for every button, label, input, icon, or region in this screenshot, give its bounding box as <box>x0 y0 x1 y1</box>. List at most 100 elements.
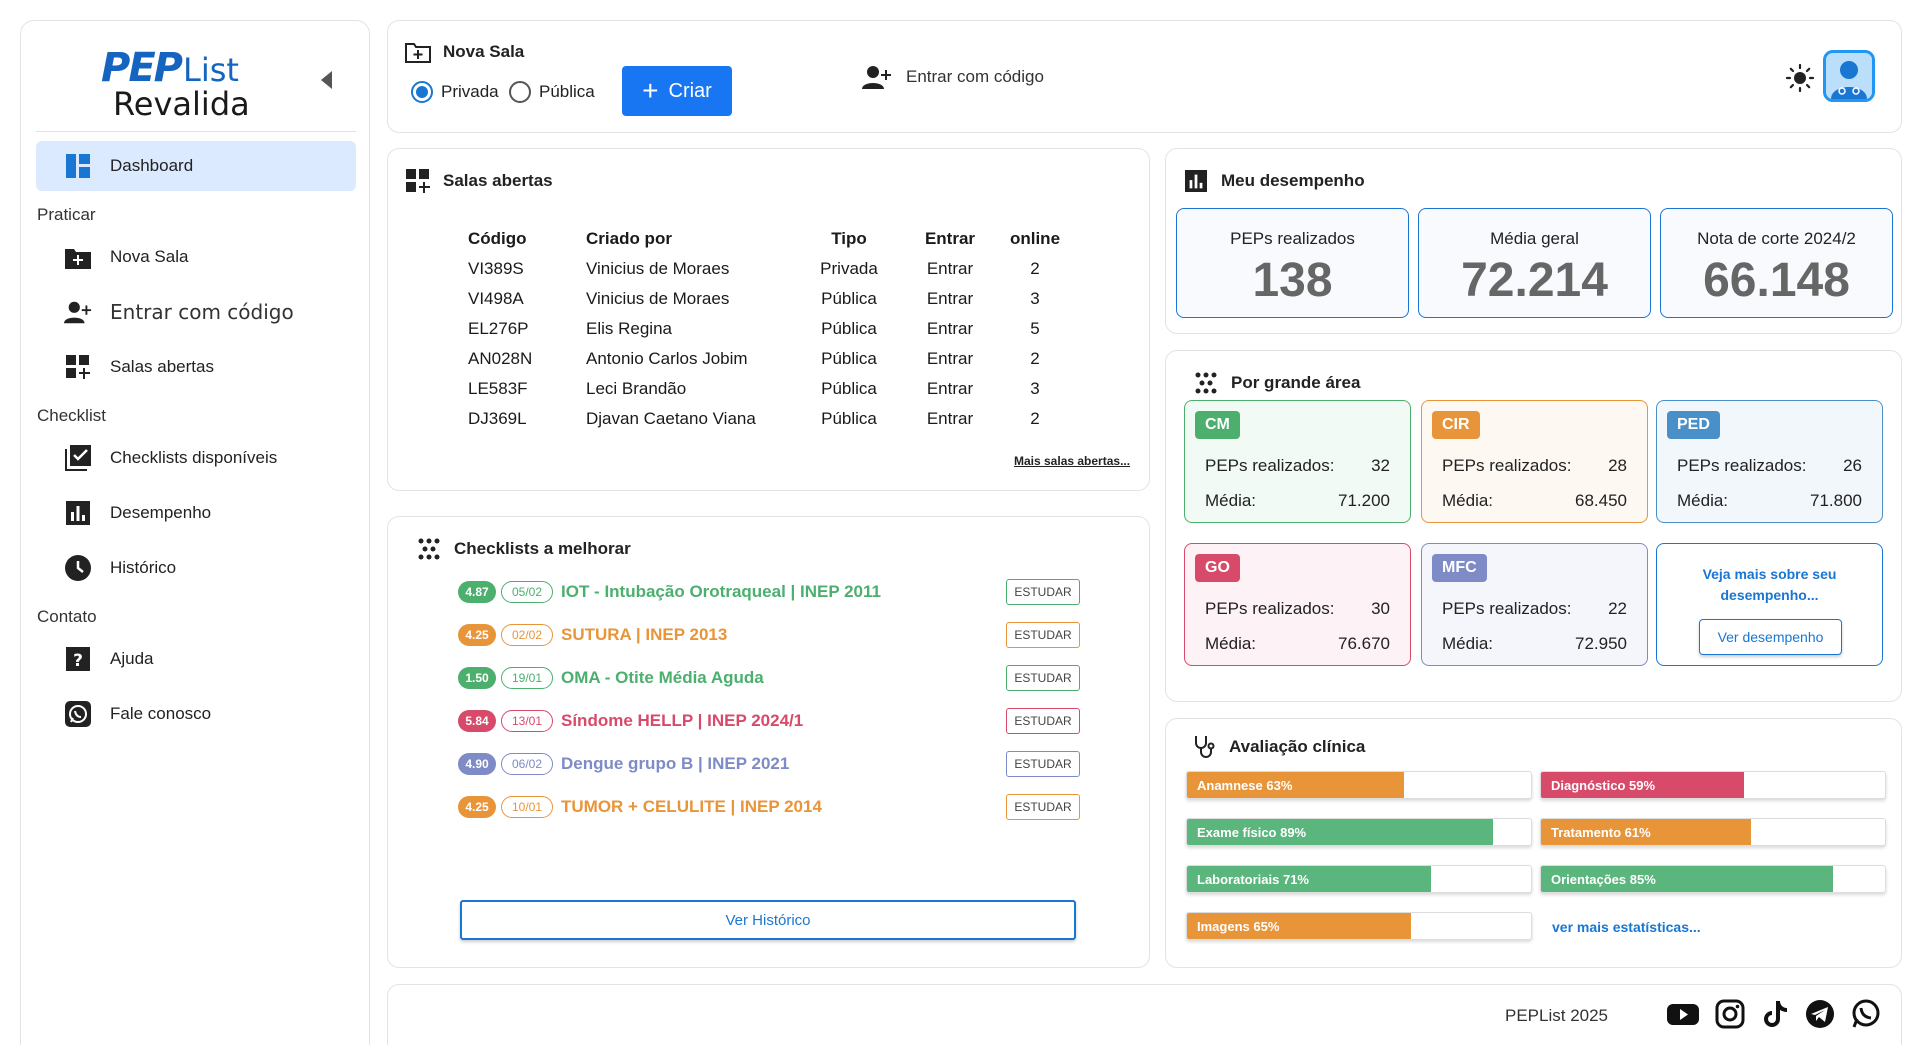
sidebar-item-salas-abertas[interactable]: Salas abertas <box>36 342 356 392</box>
cell-tipo: Pública <box>821 289 877 308</box>
mais-estatisticas-link[interactable]: ver mais estatísticas... <box>1552 919 1701 935</box>
date-badge: 10/01 <box>501 796 553 818</box>
cell-criado-por: Vinicius de Moraes <box>586 289 730 308</box>
estudar-button[interactable]: ESTUDAR <box>1006 708 1080 734</box>
media-value: 71.800 <box>1810 491 1862 510</box>
avaliacao-title-text: Avaliação clínica <box>1229 737 1366 756</box>
checklist-title-link[interactable]: IOT - Intubação Orotraqueal | INEP 2011 <box>561 582 881 602</box>
checklist-title-link[interactable]: OMA - Otite Média Aguda <box>561 668 764 688</box>
entrar-link[interactable]: Entrar <box>900 314 1000 344</box>
telegram-icon[interactable] <box>1803 997 1837 1031</box>
sidebar-item-dashboard[interactable]: Dashboard <box>36 141 356 191</box>
date-badge: 06/02 <box>501 753 553 775</box>
sun-icon[interactable] <box>1786 64 1814 92</box>
sidebar-item-label: Entrar com código <box>110 300 294 324</box>
estudar-button[interactable]: ESTUDAR <box>1006 794 1080 820</box>
checklists-title-text: Checklists a melhorar <box>454 539 631 558</box>
mais-salas-link[interactable]: Mais salas abertas... <box>1014 454 1130 468</box>
doctor-avatar-icon <box>1826 53 1872 99</box>
cell-tipo: Privada <box>820 259 878 278</box>
progress-bar: Diagnóstico 59% <box>1540 771 1886 799</box>
radio-publica-circle[interactable] <box>509 81 531 103</box>
score-badge: 4.90 <box>458 753 496 775</box>
sidebar-item-historico[interactable]: Histórico <box>36 543 356 593</box>
peplist-logo[interactable]: PEP List Revalida <box>101 45 251 125</box>
media-value: 68.450 <box>1575 491 1627 510</box>
entrar-link[interactable]: Entrar <box>900 374 1000 404</box>
area-card-cir: CIR PEPs realizados: 28 Média: 68.450 <box>1421 400 1648 523</box>
entrar-codigo-button[interactable]: Entrar com código <box>862 64 1044 90</box>
section-praticar: Praticar <box>37 205 96 224</box>
radio-privada[interactable]: Privada <box>411 81 499 103</box>
progress-label: Imagens 65% <box>1197 918 1280 934</box>
progress-bar: Laboratoriais 71% <box>1186 865 1532 893</box>
sidebar: PEP List Revalida Dashboard Praticar Nov… <box>20 20 370 1045</box>
criar-button[interactable]: + Criar <box>622 66 732 116</box>
checklist-title-link[interactable]: TUMOR + CELULITE | INEP 2014 <box>561 797 822 817</box>
radio-publica[interactable]: Pública <box>509 81 595 103</box>
media-label: Média: <box>1205 491 1257 510</box>
area-media-row: Média: 71.200 <box>1205 491 1390 511</box>
list-item: 4.25 02/02 SUTURA | INEP 2013 <box>458 620 727 650</box>
cell-criado-por: Djavan Caetano Viana <box>586 409 756 428</box>
checklist-title-link[interactable]: SUTURA | INEP 2013 <box>561 625 727 645</box>
progress-bar: Tratamento 61% <box>1540 818 1886 846</box>
svg-text:?: ? <box>73 651 83 671</box>
collapse-sidebar-icon[interactable] <box>321 71 332 89</box>
sidebar-item-entrar-codigo[interactable]: Entrar com código <box>36 287 356 337</box>
entrar-link[interactable]: Entrar <box>900 404 1000 434</box>
cell-online: 5 <box>1030 319 1040 338</box>
sidebar-item-fale-conosco[interactable]: Fale conosco <box>36 689 356 739</box>
sidebar-item-label: Nova Sala <box>110 247 189 266</box>
score-badge: 1.50 <box>458 667 496 689</box>
stat-label: Nota de corte 2024/2 <box>1697 229 1856 248</box>
progress-bar: Orientações 85% <box>1540 865 1886 893</box>
sidebar-item-nova-sala[interactable]: Nova Sala <box>36 232 356 282</box>
header-online: online <box>1009 229 1061 248</box>
estudar-button[interactable]: ESTUDAR <box>1006 751 1080 777</box>
estudar-button[interactable]: ESTUDAR <box>1006 622 1080 648</box>
radio-privada-circle[interactable] <box>411 81 433 103</box>
table-row: AN028N Antonio Carlos Jobim Pública Entrar 2 <box>468 344 1070 374</box>
checklist-title-link[interactable]: Dengue grupo B | INEP 2021 <box>561 754 789 774</box>
checklist-title-link[interactable]: Síndome HELLP | INEP 2024/1 <box>561 711 803 731</box>
veja-mais-link[interactable]: Veja mais sobre seu desempenho... <box>1667 564 1872 606</box>
cell-criado-por: Leci Brandão <box>586 379 687 398</box>
area-tag: CM <box>1195 411 1240 439</box>
table-header-row: Código Criado por Tipo Entrar online <box>468 224 1070 254</box>
ver-historico-button[interactable]: Ver Histórico <box>460 900 1076 940</box>
whatsapp-icon[interactable] <box>1849 997 1883 1031</box>
entrar-link[interactable]: Entrar <box>900 284 1000 314</box>
table-row: DJ369L Djavan Caetano Viana Pública Entrar 2 <box>468 404 1070 434</box>
area-peps-row: PEPs realizados: 28 <box>1442 456 1627 476</box>
avatar[interactable] <box>1823 50 1875 102</box>
score-badge: 4.87 <box>458 581 496 603</box>
progress-bar: Exame físico 89% <box>1186 818 1532 846</box>
sidebar-item-ajuda[interactable]: ? Ajuda <box>36 634 356 684</box>
salas-abertas-title-text: Salas abertas <box>443 171 553 190</box>
entrar-link[interactable]: Entrar <box>900 344 1000 374</box>
cell-tipo: Pública <box>821 349 877 368</box>
grid-add-icon <box>405 168 431 194</box>
radio-privada-label: Privada <box>441 82 499 101</box>
bar-chart-icon <box>1183 168 1209 194</box>
avaliacao-title: Avaliação clínica <box>1191 734 1365 760</box>
media-label: Média: <box>1677 491 1729 510</box>
entrar-link[interactable]: Entrar <box>900 254 1000 284</box>
sidebar-item-desempenho[interactable]: Desempenho <box>36 488 356 538</box>
tiktok-icon[interactable] <box>1758 997 1792 1031</box>
ver-desempenho-button[interactable]: Ver desempenho <box>1699 619 1842 655</box>
salas-table: Código Criado por Tipo Entrar online VI3… <box>468 224 1070 434</box>
youtube-icon[interactable] <box>1666 997 1700 1031</box>
table-row: LE583F Leci Brandão Pública Entrar 3 <box>468 374 1070 404</box>
area-card-mfc: MFC PEPs realizados: 22 Média: 72.950 <box>1421 543 1648 666</box>
sidebar-item-checklists-disponiveis[interactable]: Checklists disponíveis <box>36 433 356 483</box>
help-icon: ? <box>64 645 92 673</box>
instagram-icon[interactable] <box>1713 997 1747 1031</box>
scatter-dots-icon <box>416 536 442 562</box>
cell-codigo: AN028N <box>468 349 533 368</box>
cell-codigo: VI389S <box>468 259 524 278</box>
estudar-button[interactable]: ESTUDAR <box>1006 665 1080 691</box>
stat-label: PEPs realizados <box>1230 229 1355 248</box>
estudar-button[interactable]: ESTUDAR <box>1006 579 1080 605</box>
